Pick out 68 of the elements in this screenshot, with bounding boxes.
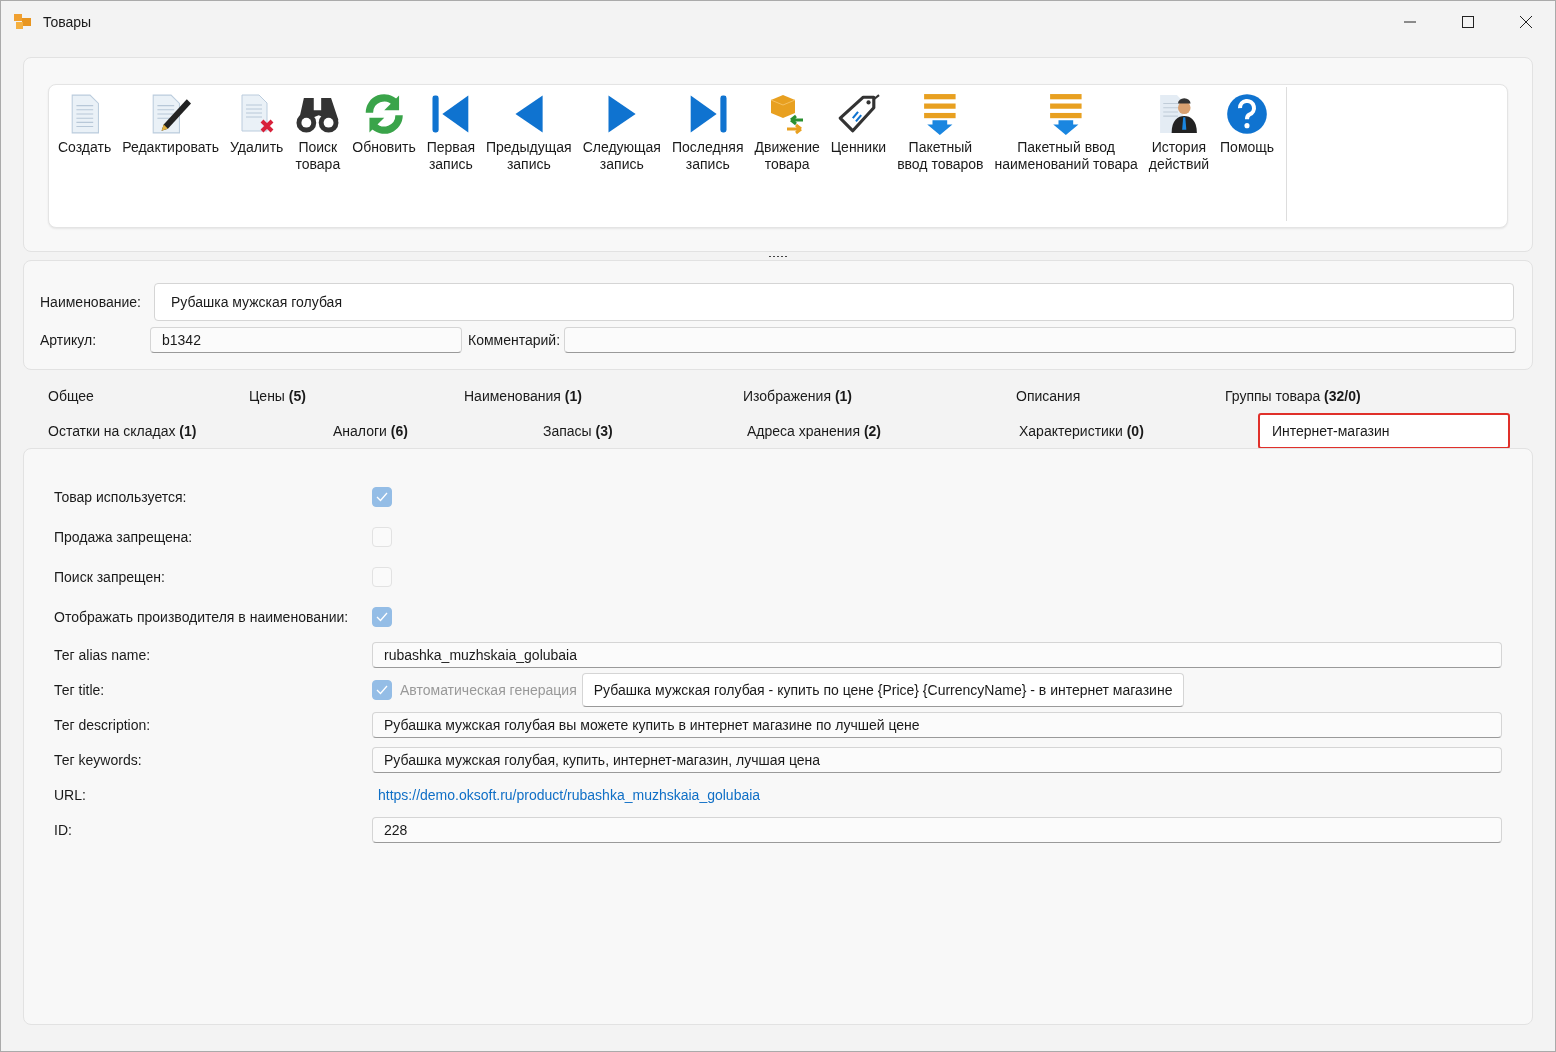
field-label: Комментарий: xyxy=(468,332,561,348)
tab[interactable]: Группы товара (32/0) xyxy=(1211,378,1375,414)
maximize-icon[interactable] xyxy=(1461,15,1475,29)
toolbar-button[interactable]: Ценники xyxy=(827,91,890,158)
tab[interactable]: Цены (5) xyxy=(235,378,320,414)
tab[interactable]: Адреса хранения (2) xyxy=(733,413,895,449)
field-label: URL: xyxy=(54,786,87,803)
field-label: Тег description: xyxy=(54,716,152,733)
toolbar-button[interactable]: Движение товара xyxy=(751,91,823,175)
list-import-icon xyxy=(922,93,959,135)
document-person-icon xyxy=(1157,93,1200,135)
next-icon xyxy=(605,93,638,135)
toolbar-button[interactable]: Помощь xyxy=(1217,91,1278,158)
checkbox-label: Автоматическая генерация xyxy=(400,681,577,698)
checkbox[interactable] xyxy=(372,527,392,547)
comment-field[interactable] xyxy=(564,327,1516,353)
tab[interactable]: Аналоги (6) xyxy=(319,413,422,449)
tab[interactable]: Характеристики (0) xyxy=(1005,413,1158,449)
text-field[interactable]: Рубашка мужская голубая - купить по цене {Price} {CurrencyName} - в интернет магазине xyxy=(581,672,1185,707)
help-icon xyxy=(1226,93,1269,135)
field-label: ID: xyxy=(54,821,73,838)
toolbar-button[interactable]: Следующая запись xyxy=(579,91,664,175)
tab[interactable]: Остатки на складах (1) xyxy=(34,413,211,449)
toolbar-button[interactable]: Создать xyxy=(55,91,115,158)
tab[interactable]: Наименования (1) xyxy=(450,378,596,414)
checkbox[interactable] xyxy=(372,487,392,507)
checkmark-icon xyxy=(375,490,389,504)
text-field[interactable]: Рубашка мужская голубая вы можете купить в интернет магазине по лучшей цене xyxy=(372,711,1502,738)
checkmark-icon xyxy=(375,610,389,624)
toolbar-button[interactable]: Редактировать xyxy=(119,91,222,158)
checkbox[interactable] xyxy=(372,607,392,627)
list-import-icon xyxy=(1048,93,1084,135)
toolbar-button[interactable]: Обновить xyxy=(349,91,419,158)
toolbar-button[interactable]: Удалить xyxy=(226,91,287,158)
window-title: Товары xyxy=(43,14,92,30)
tab[interactable]: Запасы (3) xyxy=(529,413,627,449)
toolbar-button[interactable]: Пакетный ввод наименований товара xyxy=(991,91,1141,175)
url-link[interactable]: https://demo.oksoft.ru/product/rubashka_muzhskaia_golubaia xyxy=(372,786,761,803)
toolbar-button[interactable]: Предыдущая запись xyxy=(483,91,575,175)
field-label: Товар используется: xyxy=(54,489,188,505)
tab[interactable]: Общее xyxy=(34,378,108,414)
sku-field[interactable]: b1342 xyxy=(150,327,462,353)
toolbar-button[interactable]: Первая запись xyxy=(423,91,478,175)
toolbar-button[interactable]: Пакетный ввод товаров xyxy=(894,91,987,175)
field-label: Отображать производителя в наименовании: xyxy=(54,609,350,625)
field-label: Наименование: xyxy=(40,294,142,310)
checkbox[interactable] xyxy=(372,567,392,587)
text-field[interactable]: 228 xyxy=(372,816,1502,843)
field-label: Поиск запрещен: xyxy=(54,569,166,585)
close-icon[interactable] xyxy=(1519,15,1533,29)
field-label: Артикул: xyxy=(40,332,98,348)
toolbar-button[interactable]: Поиск товара xyxy=(291,91,345,175)
toolbar-button[interactable]: Последняя запись xyxy=(668,91,747,175)
tab[interactable]: Интернет-магазин xyxy=(1258,413,1510,449)
field-label: Продажа запрещена: xyxy=(54,529,194,545)
text-field[interactable]: Рубашка мужская голубая, купить, интернет-магазин, лучшая цена xyxy=(372,746,1502,773)
name-field[interactable]: Рубашка мужская голубая xyxy=(154,283,1514,321)
tab[interactable]: Описания xyxy=(1002,378,1095,414)
field-label: Тег title: xyxy=(54,681,106,698)
splitter-handle[interactable] xyxy=(768,254,788,258)
tab[interactable]: Изображения (1) xyxy=(729,378,866,414)
field-label: Тег alias name: xyxy=(54,646,152,663)
toolbar-button[interactable]: История действий xyxy=(1145,91,1213,175)
boxes-icon xyxy=(13,13,33,31)
price-tag-icon xyxy=(836,93,881,135)
text-field[interactable]: rubashka_muzhskaia_golubaia xyxy=(372,641,1502,668)
checkbox[interactable] xyxy=(372,679,392,700)
field-label: Тег keywords: xyxy=(54,751,143,768)
